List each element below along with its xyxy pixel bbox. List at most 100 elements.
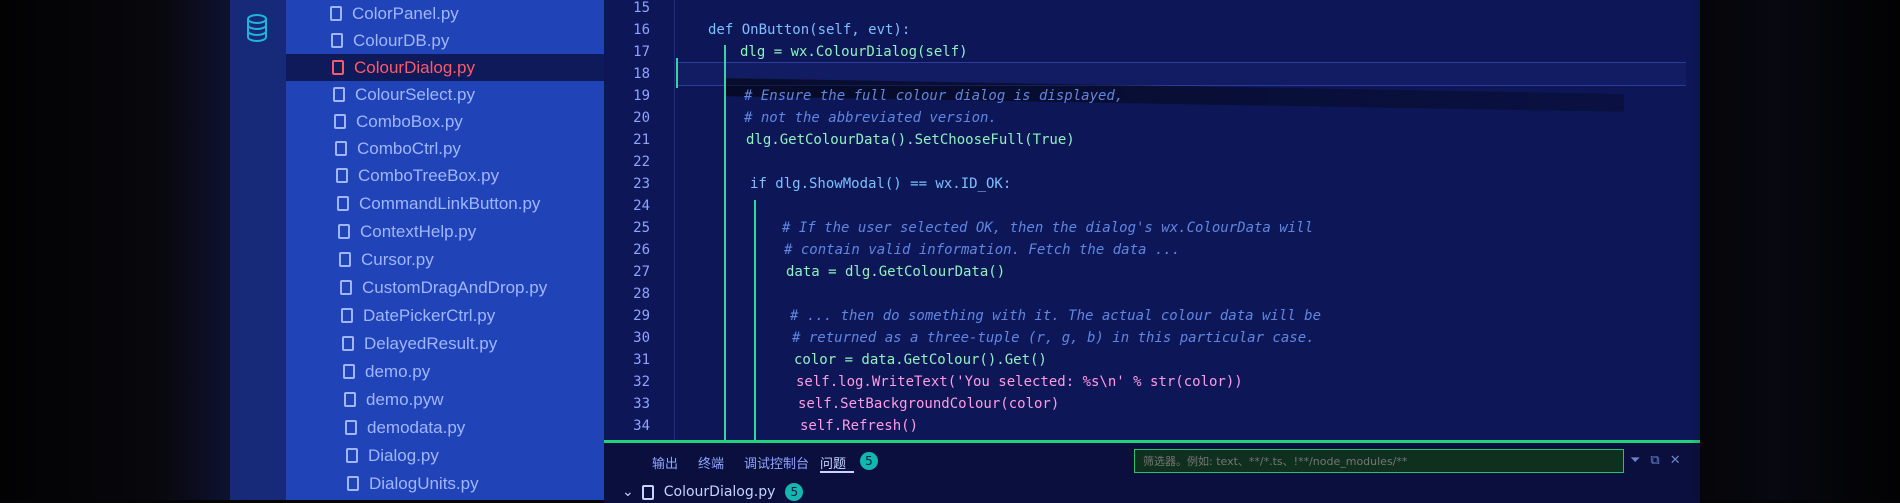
code-comment: # contain valid information. Fetch the d… <box>784 242 1181 258</box>
collapse-icon[interactable]: ⧉ <box>1650 453 1669 468</box>
file-name: demo.pyw <box>366 389 444 409</box>
file-explorer: ColorPanel.py ColourDB.py ColourDialog.p… <box>286 0 650 500</box>
file-name: ComboTreeBox.py <box>358 165 500 185</box>
line-number: 18 <box>633 66 650 82</box>
file-name: ColourSelect.py <box>355 84 476 104</box>
file-name: ColorPanel.py <box>352 3 459 23</box>
line-number: 22 <box>633 154 650 170</box>
file-icon <box>334 114 346 129</box>
file-icon <box>346 448 358 463</box>
file-item[interactable]: ComboTreeBox.py <box>286 162 654 189</box>
line-number: 19 <box>633 88 650 104</box>
bottom-panel: 输出 终端 调试控制台 问题 5 ⏷⧉✕ ⌄ ColourDialog.py 5 <box>604 440 1700 503</box>
file-icon <box>333 87 345 102</box>
code-comment: # not the abbreviated version. <box>744 110 997 126</box>
file-icon <box>344 392 356 407</box>
chevron-down-icon[interactable]: ⌄ <box>622 484 634 500</box>
code-comment: # returned as a three-tuple (r, g, b) in… <box>792 330 1315 346</box>
file-item[interactable]: CommandLinkButton.py <box>286 190 655 217</box>
line-number: 30 <box>633 330 650 346</box>
file-name: ColourDB.py <box>353 30 450 50</box>
code-line: self.log.WriteText('You selected: %s\n' … <box>796 374 1243 390</box>
database-icon[interactable] <box>246 14 268 42</box>
file-name: DelayedResult.py <box>364 333 498 353</box>
code-editor[interactable]: 15 16 17 18 19 20 21 22 23 24 25 26 27 2… <box>604 0 1700 440</box>
file-name: demodata.py <box>367 417 466 437</box>
file-icon <box>336 168 348 183</box>
line-number: 33 <box>633 396 650 412</box>
code-comment: # ... then do something with it. The act… <box>790 308 1322 324</box>
line-number: 28 <box>633 286 650 302</box>
line-number: 31 <box>633 352 650 368</box>
file-icon <box>340 280 352 295</box>
file-name: CommandLinkButton.py <box>359 193 541 213</box>
problem-file-row[interactable]: ⌄ ColourDialog.py 5 <box>622 483 804 501</box>
problem-file-name: ColourDialog.py <box>663 484 776 500</box>
left-bezel <box>0 0 230 500</box>
file-name: DatePickerCtrl.py <box>363 305 496 325</box>
file-icon <box>341 308 353 323</box>
file-icon <box>330 6 342 21</box>
line-number: 32 <box>633 374 650 390</box>
file-name: ComboCtrl.py <box>357 138 461 158</box>
file-item[interactable]: ColourSelect.py <box>286 81 651 108</box>
line-number: 26 <box>633 242 650 258</box>
modified-line-marker <box>676 58 678 88</box>
file-name: CustomDragAndDrop.py <box>362 277 548 297</box>
line-number: 24 <box>633 198 650 214</box>
file-icon <box>335 141 347 156</box>
activity-bar <box>230 0 286 500</box>
file-icon <box>337 196 349 211</box>
line-number: 27 <box>633 264 650 280</box>
file-item[interactable]: ComboCtrl.py <box>286 135 653 162</box>
tab-debug-console[interactable]: 调试控制台 <box>744 453 809 472</box>
code-line: color = data.GetColour().Get() <box>794 352 1047 368</box>
file-icon <box>345 420 357 435</box>
gutter-divider <box>674 0 675 440</box>
file-item[interactable]: ColorPanel.py <box>286 0 648 27</box>
right-bezel <box>1690 0 1900 500</box>
indent-guide <box>724 45 726 440</box>
file-name: Cursor.py <box>361 249 434 269</box>
panel-actions: ⏷⧉✕ <box>1630 453 1691 468</box>
active-tab-underline <box>820 471 854 473</box>
file-name: Dialog.py <box>368 445 439 465</box>
line-number: 20 <box>633 110 650 126</box>
code-comment: # Ensure the full colour dialog is displ… <box>744 88 1124 104</box>
code-line: data = dlg.GetColourData() <box>786 264 1006 280</box>
file-icon <box>338 224 350 239</box>
file-item[interactable]: ContextHelp.py <box>286 218 656 245</box>
line-number: 17 <box>633 44 650 60</box>
file-icon <box>641 484 654 500</box>
file-item[interactable]: ComboBox.py <box>286 108 652 135</box>
tab-output[interactable]: 输出 <box>652 453 678 472</box>
file-name: ColourDialog.py <box>354 57 475 77</box>
line-number: 29 <box>633 308 650 324</box>
code-line: self.SetBackgroundColour(color) <box>798 396 1060 412</box>
problems-filter-input[interactable] <box>1134 449 1624 473</box>
file-item[interactable]: Cursor.py <box>286 246 657 273</box>
file-item[interactable]: ColourDB.py <box>286 27 649 54</box>
code-line: if dlg.ShowModal() == wx.ID_OK: <box>750 176 1012 192</box>
file-item[interactable]: CustomDragAndDrop.py <box>286 274 658 301</box>
line-number: 15 <box>633 0 650 16</box>
tab-terminal[interactable]: 终端 <box>698 453 724 472</box>
code-line: dlg = wx.ColourDialog(self) <box>740 44 968 60</box>
file-icon <box>339 252 351 267</box>
file-icon <box>343 364 355 379</box>
file-item-active[interactable]: ColourDialog.py 5 <box>286 54 650 81</box>
code-line: self.Refresh() <box>800 418 919 434</box>
filter-icon[interactable]: ⏷ <box>1630 453 1650 468</box>
tab-problems[interactable]: 问题 <box>820 453 846 472</box>
file-icon <box>332 60 344 75</box>
line-number: 16 <box>633 22 650 38</box>
code-comment: # If the user selected OK, then the dial… <box>782 220 1314 236</box>
line-number: 21 <box>633 132 650 148</box>
file-name: demo.py <box>365 361 431 381</box>
line-number: 25 <box>633 220 650 236</box>
file-icon <box>331 33 343 48</box>
close-icon[interactable]: ✕ <box>1670 453 1691 468</box>
problem-file-count-badge: 5 <box>785 483 804 501</box>
indent-guide <box>754 200 756 440</box>
file-name: ContextHelp.py <box>360 221 477 241</box>
